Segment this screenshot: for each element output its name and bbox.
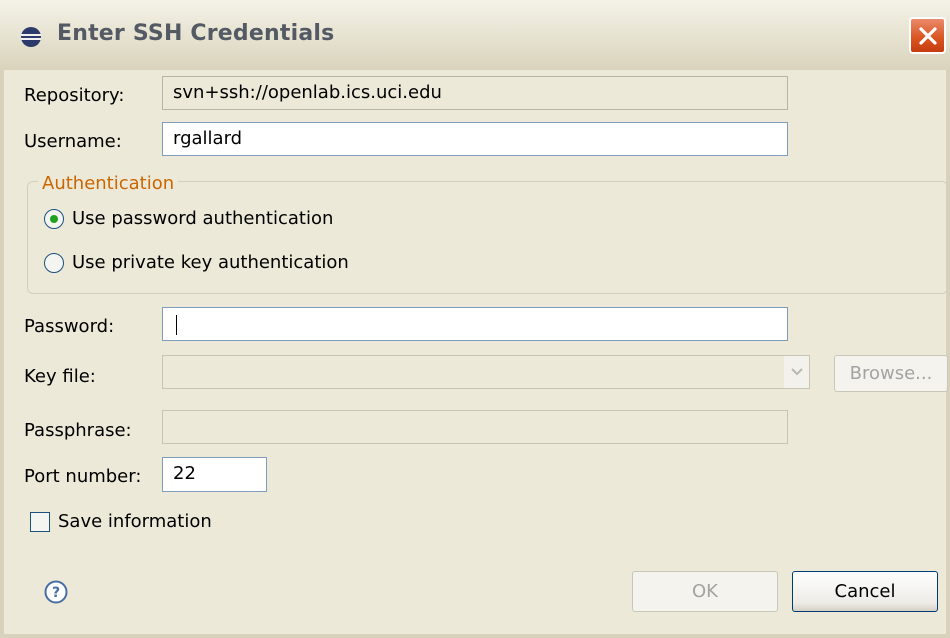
close-button[interactable] (909, 17, 946, 54)
save-information-checkbox[interactable] (30, 512, 50, 532)
passphrase-field[interactable] (162, 410, 788, 444)
keyfile-label: Key file: (24, 366, 96, 387)
help-icon[interactable]: ? (44, 580, 68, 604)
ssh-credentials-dialog: Enter SSH Credentials Repository: svn+ss… (0, 0, 950, 638)
private-key-auth-radio[interactable] (44, 253, 64, 273)
username-label: Username: (24, 131, 122, 152)
username-field[interactable]: rgallard (162, 122, 788, 156)
browse-button[interactable]: Browse... (834, 355, 948, 392)
keyfile-combo[interactable] (162, 355, 810, 389)
private-key-auth-label[interactable]: Use private key authentication (72, 252, 349, 273)
repository-field[interactable]: svn+ssh://openlab.ics.uci.edu (162, 76, 788, 110)
title-bar[interactable]: Enter SSH Credentials (0, 0, 950, 70)
passphrase-label: Passphrase: (24, 420, 132, 441)
keyfile-dropdown-button[interactable] (784, 356, 809, 388)
password-label: Password: (24, 316, 115, 337)
port-field[interactable]: 22 (162, 457, 267, 492)
password-field[interactable] (162, 307, 788, 341)
radio-selected-dot (50, 215, 58, 223)
eclipse-icon (21, 27, 41, 47)
password-auth-radio[interactable] (44, 209, 64, 229)
authentication-group-title: Authentication (38, 173, 179, 194)
ok-button[interactable]: OK (632, 571, 778, 612)
authentication-group (27, 181, 948, 294)
save-information-label[interactable]: Save information (58, 511, 212, 532)
repository-label: Repository: (24, 85, 125, 106)
cancel-button[interactable]: Cancel (792, 571, 938, 612)
dialog-title: Enter SSH Credentials (57, 21, 335, 46)
close-icon (918, 26, 937, 45)
password-auth-label[interactable]: Use password authentication (72, 208, 333, 229)
chevron-down-icon (790, 368, 803, 376)
svg-text:?: ? (52, 585, 60, 601)
text-caret (176, 315, 177, 335)
port-label: Port number: (24, 466, 142, 487)
